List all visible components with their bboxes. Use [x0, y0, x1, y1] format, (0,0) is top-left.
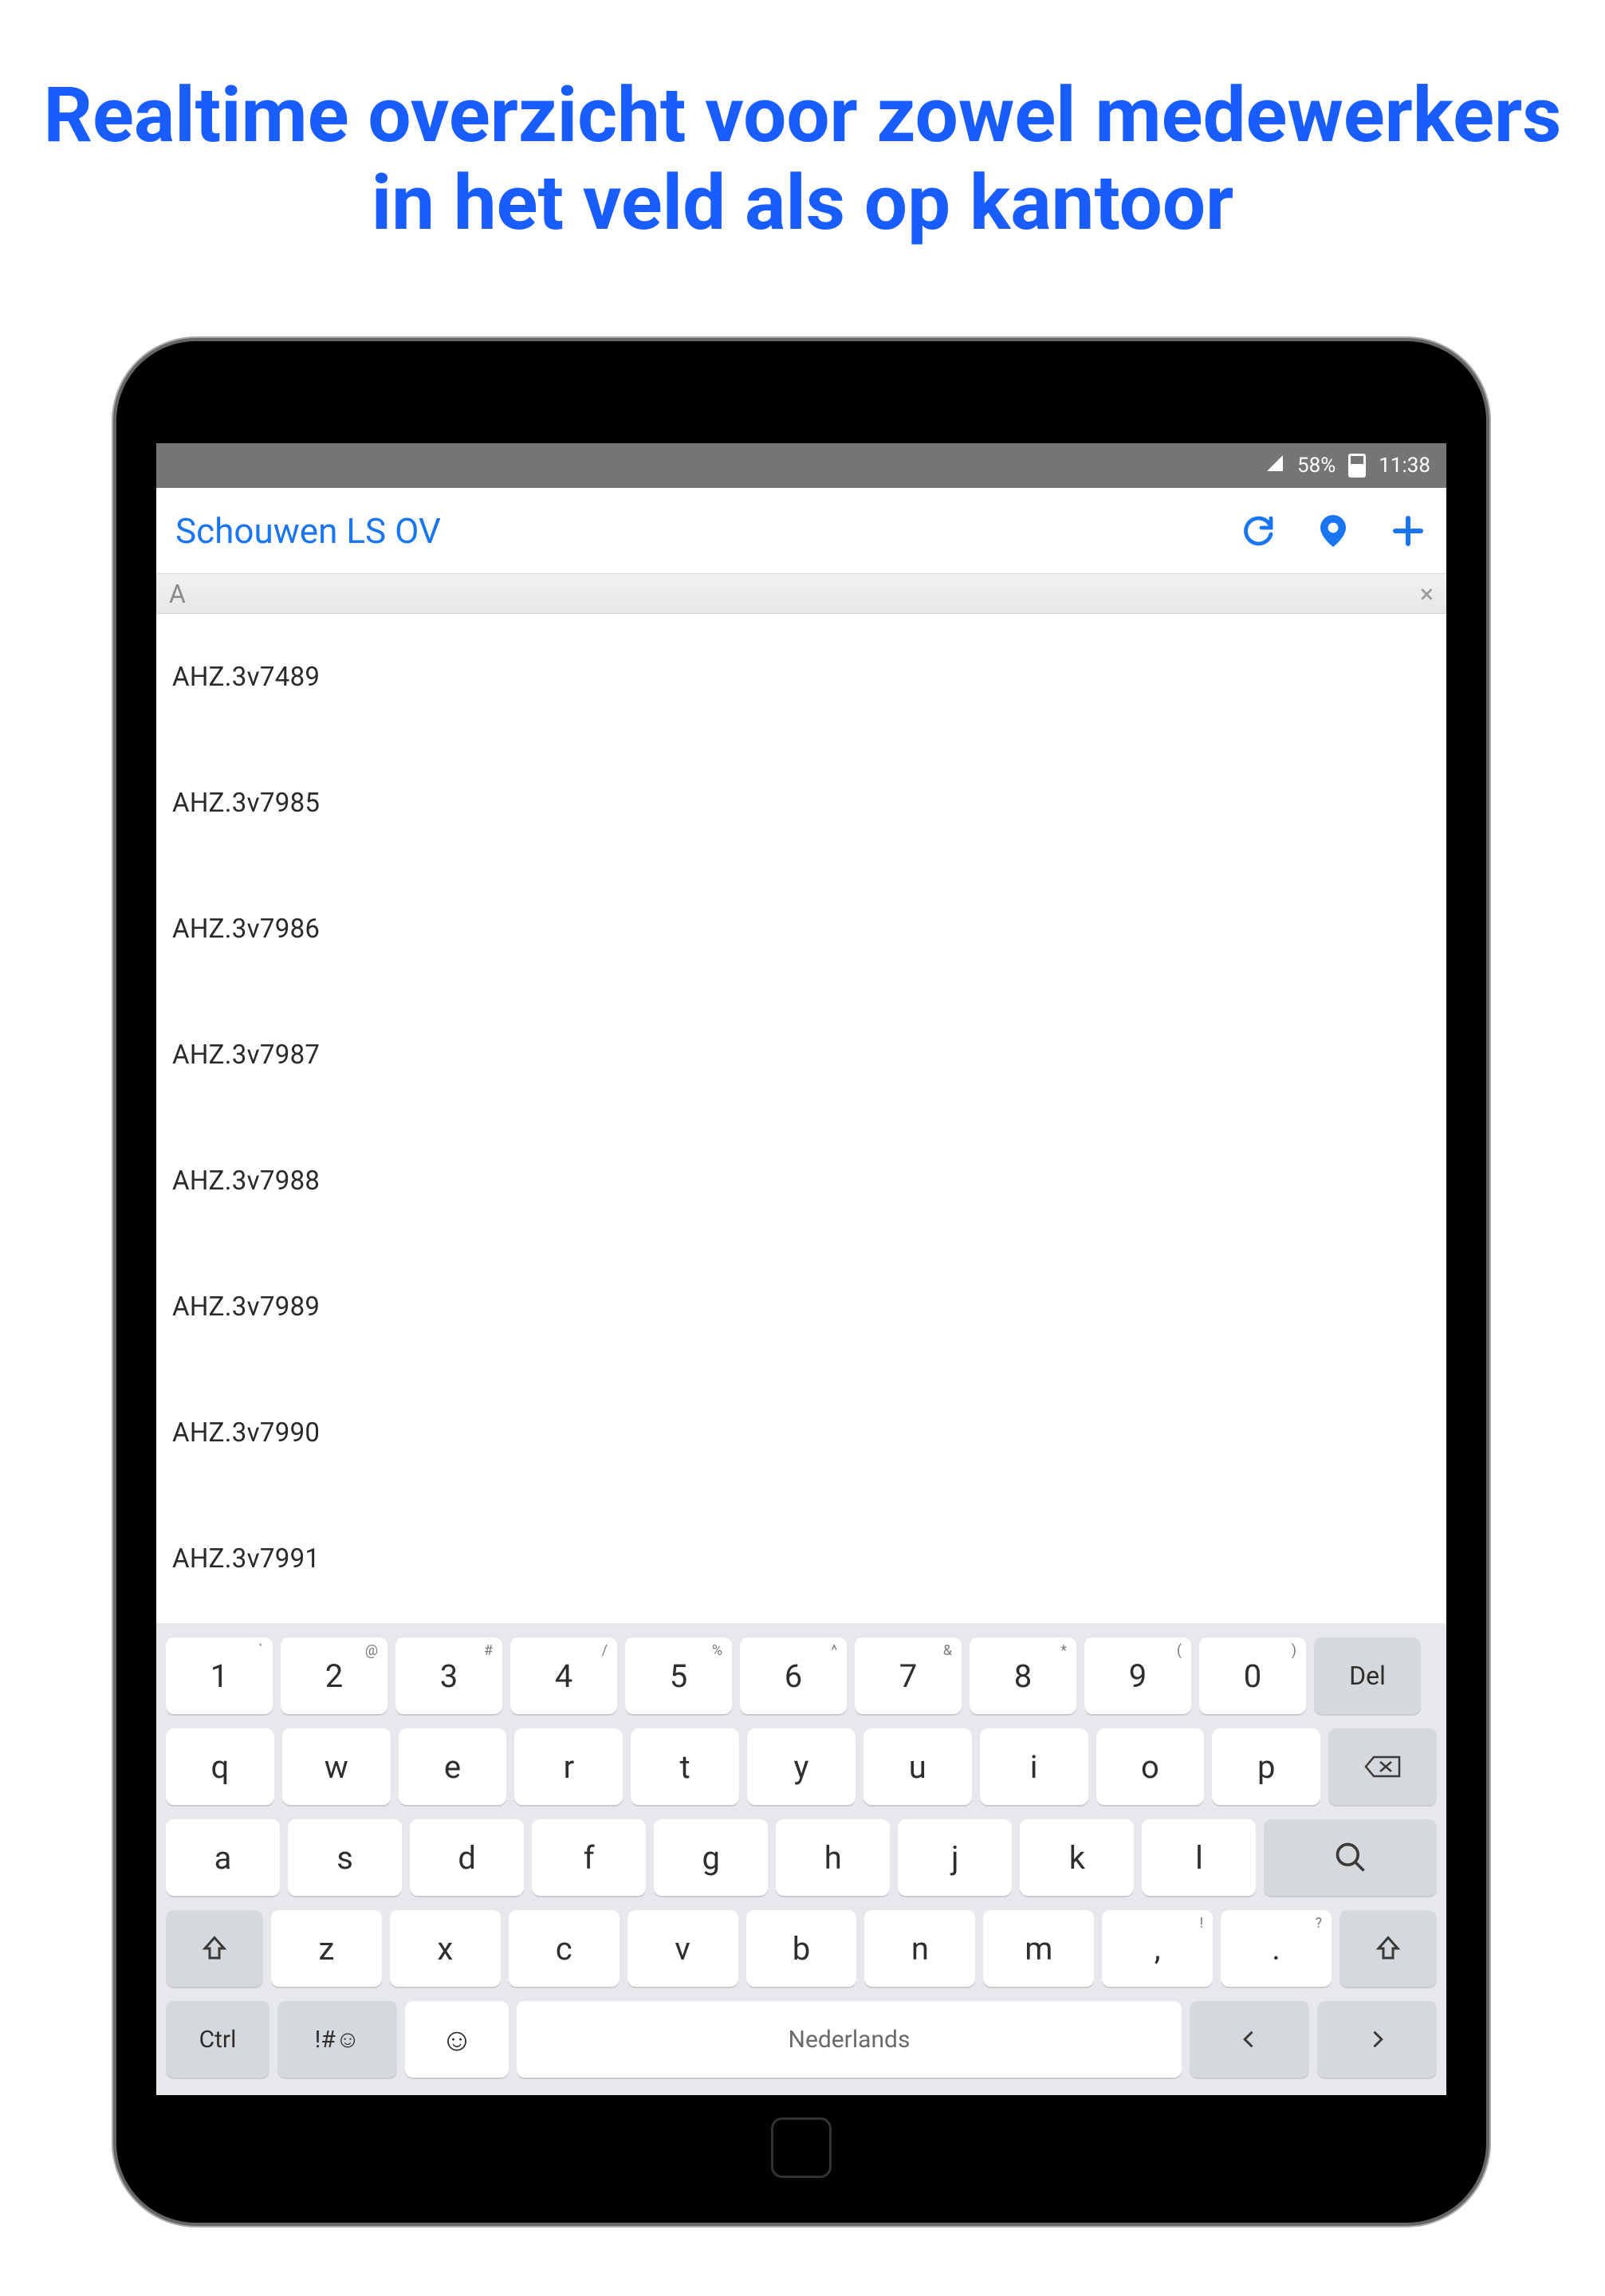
clear-icon[interactable]: ×: [1420, 579, 1434, 609]
key-k[interactable]: k: [1020, 1819, 1134, 1896]
key-arrow-right[interactable]: [1317, 2001, 1437, 2078]
key-row-numbers: 1` 2@ 3# 4/ 5% 6^ 7& 8* 9( 0) Del: [163, 1637, 1440, 1714]
key-row-bottom: Ctrl !#☺ ☺ Nederlands: [163, 2001, 1440, 2078]
key-space[interactable]: Nederlands: [517, 2001, 1182, 2078]
key-period[interactable]: .?: [1221, 1910, 1332, 1987]
key-t[interactable]: t: [631, 1728, 739, 1805]
key-u[interactable]: u: [863, 1728, 972, 1805]
key-h[interactable]: h: [776, 1819, 890, 1896]
key-search[interactable]: [1264, 1819, 1437, 1896]
key-x[interactable]: x: [390, 1910, 501, 1987]
key-o[interactable]: o: [1096, 1728, 1205, 1805]
key-0[interactable]: 0): [1199, 1637, 1306, 1714]
list-item[interactable]: AHZ.3v7987: [156, 992, 1446, 1118]
list-item[interactable]: AHZ.3v7985: [156, 740, 1446, 866]
key-7[interactable]: 7&: [855, 1637, 962, 1714]
list-item[interactable]: AHZ.3v7986: [156, 866, 1446, 992]
key-p[interactable]: p: [1212, 1728, 1320, 1805]
key-i[interactable]: i: [980, 1728, 1088, 1805]
key-shift-left[interactable]: [166, 1910, 263, 1987]
app-bar: Schouwen LS OV: [156, 488, 1446, 574]
key-4[interactable]: 4/: [510, 1637, 617, 1714]
key-w[interactable]: w: [282, 1728, 391, 1805]
list-item[interactable]: AHZ.3v7990: [156, 1370, 1446, 1496]
key-comma[interactable]: ,!: [1102, 1910, 1213, 1987]
key-del[interactable]: Del: [1314, 1637, 1421, 1714]
key-1[interactable]: 1`: [166, 1637, 273, 1714]
list-item[interactable]: AHZ.3v7988: [156, 1118, 1446, 1244]
list-item[interactable]: AHZ.3v7991: [156, 1496, 1446, 1622]
key-a[interactable]: a: [166, 1819, 280, 1896]
android-status-bar: 58% 11:38: [156, 443, 1446, 488]
key-y[interactable]: y: [747, 1728, 856, 1805]
key-b[interactable]: b: [746, 1910, 857, 1987]
key-shift-right[interactable]: [1339, 1910, 1437, 1987]
add-icon[interactable]: [1389, 512, 1427, 550]
screen: 58% 11:38 Schouwen LS OV: [156, 443, 1446, 2095]
clock-time: 11:38: [1379, 454, 1430, 478]
key-8[interactable]: 8*: [970, 1637, 1076, 1714]
key-6[interactable]: 6^: [740, 1637, 847, 1714]
list-item[interactable]: AHZ.3v7489: [156, 614, 1446, 740]
key-row-qwerty: q w e r t y u i o p: [163, 1728, 1440, 1805]
key-e[interactable]: e: [399, 1728, 507, 1805]
key-5[interactable]: 5%: [625, 1637, 732, 1714]
key-z[interactable]: z: [271, 1910, 382, 1987]
index-letter: A: [169, 579, 186, 609]
key-emoji[interactable]: ☺: [405, 2001, 509, 2078]
key-arrow-left[interactable]: [1190, 2001, 1309, 2078]
refresh-icon[interactable]: [1239, 512, 1277, 550]
results-list: AHZ.3v7489 AHZ.3v7985 AHZ.3v7986 AHZ.3v7…: [156, 614, 1446, 1623]
key-symbols[interactable]: !#☺: [277, 2001, 397, 2078]
key-d[interactable]: d: [410, 1819, 524, 1896]
tablet-bezel: 58% 11:38 Schouwen LS OV: [116, 341, 1486, 2223]
key-l[interactable]: l: [1142, 1819, 1256, 1896]
page-title: Schouwen LS OV: [175, 510, 1239, 552]
key-3[interactable]: 3#: [395, 1637, 502, 1714]
key-m[interactable]: m: [983, 1910, 1094, 1987]
battery-icon: [1348, 454, 1366, 478]
list-item[interactable]: AHZ.3v7989: [156, 1244, 1446, 1370]
location-icon[interactable]: [1314, 512, 1352, 550]
battery-percent: 58%: [1297, 454, 1336, 478]
key-backspace[interactable]: [1328, 1728, 1437, 1805]
key-v[interactable]: v: [627, 1910, 738, 1987]
key-j[interactable]: j: [898, 1819, 1012, 1896]
soft-keyboard: 1` 2@ 3# 4/ 5% 6^ 7& 8* 9( 0) Del q w e …: [156, 1623, 1446, 2095]
tablet-device: 58% 11:38 Schouwen LS OV: [116, 341, 1486, 2223]
search-index-bar[interactable]: A ×: [156, 574, 1446, 614]
key-n[interactable]: n: [864, 1910, 975, 1987]
key-c[interactable]: c: [509, 1910, 620, 1987]
key-9[interactable]: 9(: [1084, 1637, 1191, 1714]
key-row-zxc: z x c v b n m ,! .?: [163, 1910, 1440, 1987]
key-g[interactable]: g: [654, 1819, 768, 1896]
key-f[interactable]: f: [532, 1819, 646, 1896]
key-q[interactable]: q: [166, 1728, 274, 1805]
key-s[interactable]: s: [288, 1819, 402, 1896]
key-r[interactable]: r: [514, 1728, 623, 1805]
signal-icon: [1265, 454, 1284, 478]
key-ctrl[interactable]: Ctrl: [166, 2001, 269, 2078]
key-row-asdf: a s d f g h j k l: [163, 1819, 1440, 1896]
key-2[interactable]: 2@: [281, 1637, 387, 1714]
page-headline: Realtime overzicht voor zowel medewerker…: [0, 0, 1605, 248]
appbar-actions: [1239, 512, 1427, 550]
